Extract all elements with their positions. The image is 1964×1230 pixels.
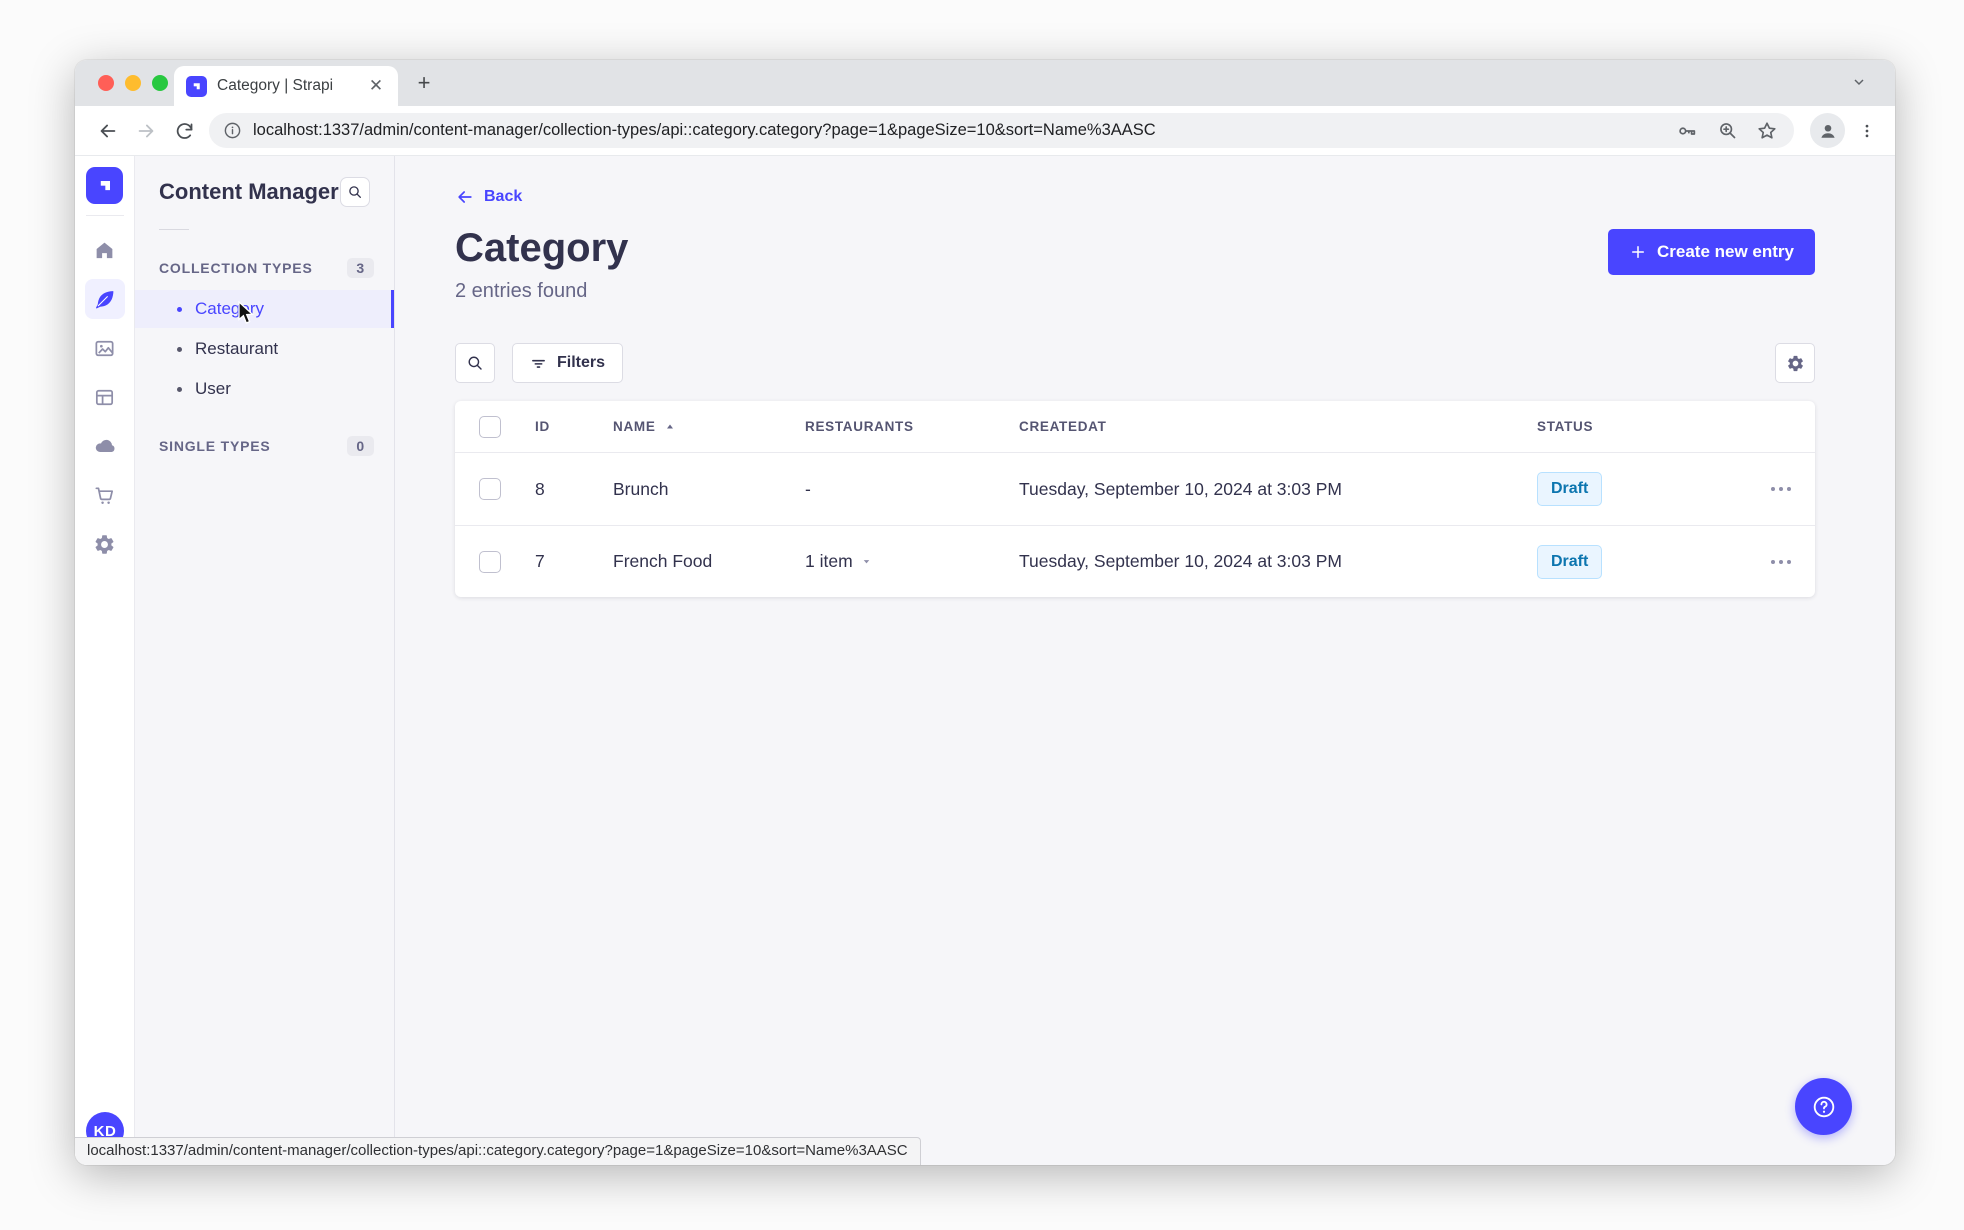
entries-count: 2 entries found [455,280,588,302]
strapi-app: KD Content Manager COLLECTION TYPES 3 Ca… [75,156,1895,1165]
subnav-divider [159,229,189,230]
create-new-entry-label: Create new entry [1657,242,1794,261]
sort-ascending-icon [666,424,673,428]
cell-name: French Food [613,551,713,571]
row-checkbox[interactable] [479,550,501,573]
view-settings-gear-button[interactable] [1775,343,1815,383]
select-all-checkbox[interactable] [479,415,501,438]
main-content: Back Category 2 entries found Create new… [395,156,1895,1165]
strapi-favicon-icon [186,75,207,97]
back-label: Back [484,188,523,205]
single-types-label: SINGLE TYPES [159,438,271,454]
status-badge: Draft [1537,472,1603,506]
tab-search-chevron-icon[interactable] [1851,74,1867,90]
create-new-entry-button[interactable]: Create new entry [1608,229,1815,275]
column-header-createdat[interactable]: CREATEDAT [1019,419,1537,434]
chevron-down-icon [863,560,869,564]
chrome-menu-kebab-icon[interactable] [1853,112,1881,150]
rail-content-type-builder-icon[interactable] [85,377,125,417]
table-row[interactable]: 7 French Food 1 item Tuesday, September … [455,525,1815,597]
column-header-restaurants[interactable]: RESTAURANTS [805,419,1019,434]
search-button[interactable] [455,343,495,383]
reload-icon[interactable] [165,112,203,150]
question-circle-icon [1813,1096,1834,1117]
cell-id: 7 [535,551,545,571]
password-key-icon[interactable] [1672,120,1702,142]
bookmark-star-icon[interactable] [1752,120,1782,142]
status-badge: Draft [1537,544,1603,579]
rail-media-library-icon[interactable] [85,328,125,368]
cell-createdat: Tuesday, September 10, 2024 at 3:03 PM [1019,478,1342,499]
cell-restaurants[interactable]: 1 item [805,551,1019,572]
cell-createdat: Tuesday, September 10, 2024 at 3:03 PM [1019,551,1342,571]
browser-tab[interactable]: Category | Strapi ✕ [174,66,398,106]
column-header-name[interactable]: NAME [613,419,805,434]
row-checkbox[interactable] [479,478,501,500]
column-header-status[interactable]: STATUS [1537,419,1735,434]
bullet-icon [177,306,182,312]
rail-settings-icon[interactable] [85,524,125,564]
nav-rail: KD [75,156,135,1165]
collection-types-label: COLLECTION TYPES [159,260,313,276]
filter-icon [532,359,545,368]
url-text[interactable]: localhost:1337/admin/content-manager/col… [253,121,1662,140]
chrome-profile-avatar[interactable] [1810,113,1845,148]
browser-window: Category | Strapi ✕ + localhost:1337/adm… [75,60,1895,1165]
rail-home-icon[interactable] [85,230,125,270]
site-info-icon[interactable] [221,121,243,140]
single-types-count: 0 [347,436,374,456]
rail-cloud-icon[interactable] [85,426,125,466]
forward-nav-icon[interactable] [127,112,165,150]
table-row[interactable]: 8 Brunch - Tuesday, September 10, 2024 a… [455,453,1815,525]
help-button[interactable] [1795,1078,1852,1135]
filters-button[interactable]: Filters [512,343,624,383]
collection-types-count: 3 [347,258,374,278]
row-actions-menu-icon[interactable] [1735,559,1791,564]
bullet-icon [177,346,182,352]
rail-divider [85,215,124,216]
browser-toolbar: localhost:1337/admin/content-manager/col… [75,106,1895,156]
rail-marketplace-icon[interactable] [85,475,125,515]
back-arrow-icon [458,191,472,203]
sidebar-item-restaurant[interactable]: Restaurant [135,330,394,368]
back-link[interactable]: Back [455,187,522,207]
tab-close-icon[interactable]: ✕ [366,76,386,96]
sidebar-item-label: Restaurant [195,339,279,358]
url-bar[interactable]: localhost:1337/admin/content-manager/col… [209,113,1794,148]
sidebar-item-label: User [195,379,231,398]
cell-id: 8 [535,478,545,499]
cell-restaurants: - [805,478,811,499]
subnav-title: Content Manager [159,179,339,204]
mouse-cursor [238,301,254,324]
row-actions-menu-icon[interactable] [1735,487,1791,491]
sidebar-item-category[interactable]: Category [135,290,394,328]
column-header-id[interactable]: ID [535,419,613,434]
collection-types-header: COLLECTION TYPES 3 [135,258,394,278]
sidebar-item-user[interactable]: User [135,370,394,408]
content-manager-subnav: Content Manager COLLECTION TYPES 3 Categ… [135,156,395,1165]
new-tab-button[interactable]: + [411,71,437,97]
subnav-search-button[interactable] [340,177,370,207]
tab-strip: Category | Strapi ✕ + [75,60,1895,106]
minimize-window-button[interactable] [125,75,141,91]
filters-label: Filters [557,354,606,371]
strapi-logo-icon[interactable] [86,167,123,204]
table-header-row: ID NAME RESTAURANTS CREATEDAT STATUS [455,401,1815,453]
status-bar-url: localhost:1337/admin/content-manager/col… [75,1137,921,1165]
close-window-button[interactable] [98,75,114,91]
cell-name: Brunch [613,478,669,499]
maximize-window-button[interactable] [152,75,168,91]
rail-content-manager-icon[interactable] [84,279,125,319]
traffic-lights [98,75,168,91]
zoom-icon[interactable] [1712,120,1742,141]
single-types-header: SINGLE TYPES 0 [135,436,394,456]
bullet-icon [177,386,182,392]
back-nav-icon[interactable] [89,112,127,150]
tab-title: Category | Strapi [217,77,334,94]
page-title: Category [455,226,629,270]
plus-icon [1632,246,1644,258]
entries-table: ID NAME RESTAURANTS CREATEDAT STATUS 8 B… [455,401,1815,597]
